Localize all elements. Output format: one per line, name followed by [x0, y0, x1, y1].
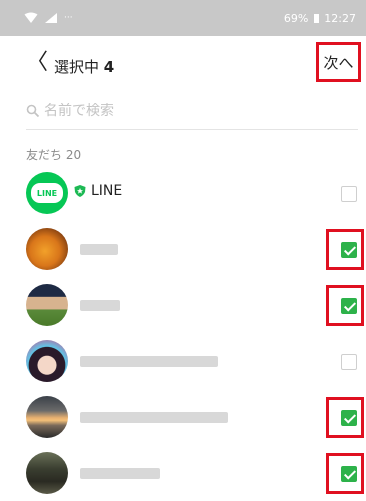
wifi-icon — [24, 12, 38, 23]
clock: 12:27 — [324, 11, 356, 25]
line-name-text: LINE — [91, 183, 123, 199]
selection-highlight — [326, 453, 364, 494]
friend-row-line[interactable]: LINE LINE — [0, 164, 366, 220]
verified-shield-icon — [74, 185, 86, 197]
battery-icon — [313, 13, 319, 23]
back-button[interactable]: 〈 — [26, 52, 48, 74]
selected-count: 4 — [103, 58, 115, 76]
checkbox-unchecked[interactable] — [341, 354, 357, 370]
line-logo-bubble: LINE — [31, 183, 63, 203]
blurred-name — [80, 468, 160, 479]
friend-row[interactable] — [0, 388, 366, 444]
friend-row[interactable] — [0, 276, 366, 332]
title-prefix: 選択中 — [54, 58, 100, 76]
search-icon — [26, 104, 40, 117]
battery-text: 69% — [283, 11, 309, 25]
friend-row[interactable] — [0, 220, 366, 276]
avatar — [26, 452, 68, 494]
friend-row[interactable] — [0, 332, 366, 388]
phone-screen: ··· 69% 12:27 〈 選択中 4 次へ 友だち 20 LINE — [0, 0, 366, 501]
blurred-name — [80, 356, 218, 367]
page-title: 選択中 4 — [54, 56, 114, 77]
blurred-name — [80, 300, 120, 311]
next-label: 次へ — [323, 53, 354, 72]
selection-highlight — [326, 229, 364, 270]
section-label: 友だち 20 — [26, 148, 82, 162]
avatar — [26, 228, 68, 270]
friend-row[interactable] — [0, 444, 366, 500]
status-right: 69% 12:27 — [284, 12, 366, 25]
avatar — [26, 340, 68, 382]
checkbox-line[interactable] — [341, 186, 357, 202]
status-bar: ··· 69% 12:27 — [0, 0, 366, 36]
dots-icon: ··· — [64, 13, 73, 23]
blurred-name — [80, 412, 228, 423]
selection-highlight — [326, 397, 364, 438]
search-bar[interactable] — [26, 92, 358, 130]
status-icons: ··· — [0, 12, 73, 24]
app-header: 〈 選択中 4 次へ — [0, 36, 366, 92]
line-name: LINE — [73, 183, 122, 199]
signal-icon — [45, 13, 57, 23]
search-input[interactable] — [44, 102, 324, 119]
avatar — [26, 396, 68, 438]
blurred-name — [80, 244, 118, 255]
avatar — [26, 284, 68, 326]
next-button[interactable]: 次へ — [316, 42, 361, 82]
selection-highlight — [326, 285, 364, 326]
line-logo-avatar: LINE — [26, 172, 68, 214]
